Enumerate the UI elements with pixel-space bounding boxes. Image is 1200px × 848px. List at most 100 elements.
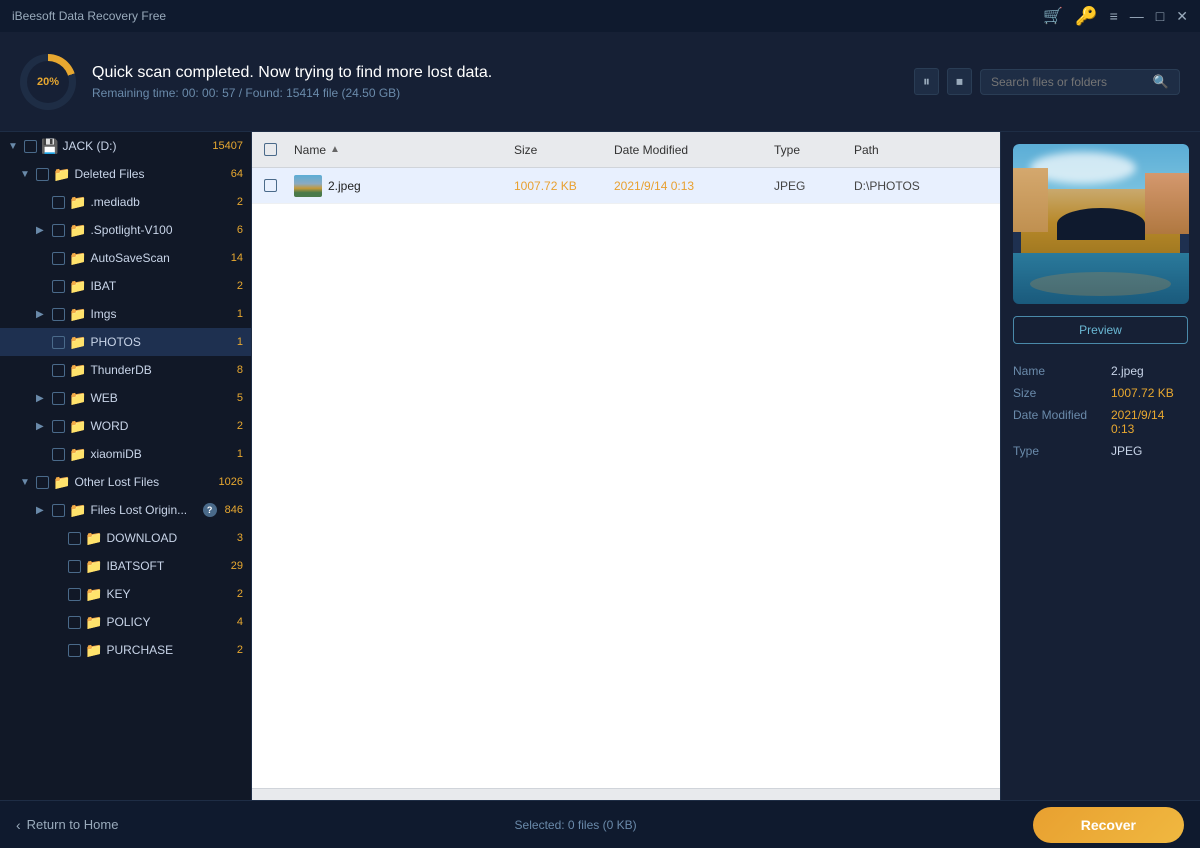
progress-percent: 20% bbox=[27, 61, 69, 103]
web-count: 5 bbox=[237, 392, 243, 404]
meta-name-row: Name 2.jpeg bbox=[1013, 364, 1188, 378]
deleted-files-count: 64 bbox=[231, 168, 243, 180]
photos-checkbox[interactable] bbox=[52, 336, 65, 349]
close-btn[interactable]: ✕ bbox=[1176, 8, 1188, 25]
sidebar-item-files-lost-origin[interactable]: ▶ 📁 Files Lost Origin... ? 846 bbox=[0, 496, 251, 524]
table-row[interactable]: 2.jpeg 1007.72 KB 2021/9/14 0:13 JPEG D:… bbox=[252, 168, 1000, 204]
photos-icon: 📁 bbox=[69, 334, 86, 351]
info-icon: ? bbox=[203, 503, 217, 517]
menu-icon[interactable]: ≡ bbox=[1110, 8, 1118, 24]
sidebar-item-mediadb[interactable]: 📁 .mediadb 2 bbox=[0, 188, 251, 216]
policy-icon: 📁 bbox=[85, 614, 102, 631]
sidebar-item-autosave[interactable]: 📁 AutoSaveScan 14 bbox=[0, 244, 251, 272]
horizontal-scrollbar[interactable] bbox=[252, 788, 1000, 800]
table-header: Name ▲ Size Date Modified Type Path bbox=[252, 132, 1000, 168]
photos-label: PHOTOS bbox=[90, 335, 228, 349]
preview-button[interactable]: Preview bbox=[1013, 316, 1188, 344]
purchase-checkbox[interactable] bbox=[68, 644, 81, 657]
ibat-checkbox[interactable] bbox=[52, 280, 65, 293]
spotlight-checkbox[interactable] bbox=[52, 224, 65, 237]
autosave-checkbox[interactable] bbox=[52, 252, 65, 265]
minimize-btn[interactable]: — bbox=[1130, 8, 1144, 24]
recover-button[interactable]: Recover bbox=[1033, 807, 1184, 843]
file-path: D:\PHOTOS bbox=[854, 179, 988, 193]
web-checkbox[interactable] bbox=[52, 392, 65, 405]
policy-checkbox[interactable] bbox=[68, 616, 81, 629]
mediadb-icon: 📁 bbox=[69, 194, 86, 211]
search-box[interactable]: 🔍 bbox=[980, 69, 1180, 95]
key-icon[interactable]: 🔑 bbox=[1075, 6, 1097, 27]
drive-checkbox[interactable] bbox=[24, 140, 37, 153]
col-header-date: Date Modified bbox=[614, 143, 774, 157]
sidebar-item-photos[interactable]: 📁 PHOTOS 1 bbox=[0, 328, 251, 356]
word-icon: 📁 bbox=[69, 418, 86, 435]
drive-count: 15407 bbox=[212, 140, 243, 152]
key-checkbox[interactable] bbox=[68, 588, 81, 601]
other-lost-label: Other Lost Files bbox=[74, 475, 210, 489]
sidebar-item-deleted-files[interactable]: ▼ 📁 Deleted Files 64 bbox=[0, 160, 251, 188]
sidebar-item-key[interactable]: 📁 KEY 2 bbox=[0, 580, 251, 608]
sidebar-item-policy[interactable]: 📁 POLICY 4 bbox=[0, 608, 251, 636]
expand-spotlight-icon: ▶ bbox=[36, 225, 48, 236]
progress-circle: 20% bbox=[20, 54, 76, 110]
stop-btn[interactable]: ⏹ bbox=[947, 68, 972, 95]
col-header-name: Name ▲ bbox=[294, 143, 514, 157]
meta-date-key: Date Modified bbox=[1013, 408, 1103, 436]
sidebar-item-drive[interactable]: ▼ 💾 JACK (D:) 15407 bbox=[0, 132, 251, 160]
sidebar-item-download[interactable]: 📁 DOWNLOAD 3 bbox=[0, 524, 251, 552]
sidebar-item-spotlight[interactable]: ▶ 📁 .Spotlight-V100 6 bbox=[0, 216, 251, 244]
search-input[interactable] bbox=[991, 75, 1147, 89]
files-lost-checkbox[interactable] bbox=[52, 504, 65, 517]
mediadb-label: .mediadb bbox=[90, 195, 228, 209]
sort-name-icon[interactable]: ▲ bbox=[330, 144, 340, 155]
cart-icon[interactable]: 🛒 bbox=[1043, 6, 1063, 26]
sidebar-item-word[interactable]: ▶ 📁 WORD 2 bbox=[0, 412, 251, 440]
files-lost-count: 846 bbox=[225, 504, 243, 516]
other-lost-checkbox[interactable] bbox=[36, 476, 49, 489]
header-controls: ⏸ ⏹ 🔍 bbox=[914, 68, 1180, 95]
sidebar: ▼ 💾 JACK (D:) 15407 ▼ 📁 Deleted Files 64… bbox=[0, 132, 252, 800]
row-checkbox-1[interactable] bbox=[264, 179, 277, 192]
ibat-icon: 📁 bbox=[69, 278, 86, 295]
download-checkbox[interactable] bbox=[68, 532, 81, 545]
col-header-type: Type bbox=[774, 143, 854, 157]
xiaomidb-label: xiaomiDB bbox=[90, 447, 228, 461]
bottombar: ‹ Return to Home Selected: 0 files (0 KB… bbox=[0, 800, 1200, 848]
meta-size-val: 1007.72 KB bbox=[1111, 386, 1188, 400]
purchase-icon: 📁 bbox=[85, 642, 102, 659]
ibatsoft-icon: 📁 bbox=[85, 558, 102, 575]
thunderdb-checkbox[interactable] bbox=[52, 364, 65, 377]
web-label: WEB bbox=[90, 391, 228, 405]
sidebar-item-xiaomidb[interactable]: 📁 xiaomiDB 1 bbox=[0, 440, 251, 468]
sidebar-item-imgs[interactable]: ▶ 📁 Imgs 1 bbox=[0, 300, 251, 328]
sidebar-item-other-lost[interactable]: ▼ 📁 Other Lost Files 1026 bbox=[0, 468, 251, 496]
imgs-count: 1 bbox=[237, 308, 243, 320]
key-label: KEY bbox=[106, 587, 228, 601]
spotlight-icon: 📁 bbox=[69, 222, 86, 239]
pause-btn[interactable]: ⏸ bbox=[914, 68, 939, 95]
sidebar-item-web[interactable]: ▶ 📁 WEB 5 bbox=[0, 384, 251, 412]
main-layout: ▼ 💾 JACK (D:) 15407 ▼ 📁 Deleted Files 64… bbox=[0, 132, 1200, 800]
file-size: 1007.72 KB bbox=[514, 179, 614, 193]
spotlight-label: .Spotlight-V100 bbox=[90, 223, 228, 237]
maximize-btn[interactable]: □ bbox=[1156, 8, 1164, 24]
deleted-files-checkbox[interactable] bbox=[36, 168, 49, 181]
return-home-btn[interactable]: ‹ Return to Home bbox=[16, 817, 118, 833]
sidebar-item-ibatsoft[interactable]: 📁 IBATSOFT 29 bbox=[0, 552, 251, 580]
xiaomidb-checkbox[interactable] bbox=[52, 448, 65, 461]
sidebar-item-ibat[interactable]: 📁 IBAT 2 bbox=[0, 272, 251, 300]
expand-imgs-icon: ▶ bbox=[36, 309, 48, 320]
imgs-checkbox[interactable] bbox=[52, 308, 65, 321]
drive-label: JACK (D:) bbox=[62, 139, 204, 153]
word-checkbox[interactable] bbox=[52, 420, 65, 433]
chevron-left-icon: ‹ bbox=[16, 817, 21, 833]
sidebar-item-purchase[interactable]: 📁 PURCHASE 2 bbox=[0, 636, 251, 664]
download-count: 3 bbox=[237, 532, 243, 544]
other-lost-count: 1026 bbox=[219, 476, 243, 488]
mediadb-checkbox[interactable] bbox=[52, 196, 65, 209]
select-all-checkbox[interactable] bbox=[264, 143, 277, 156]
sidebar-item-thunderdb[interactable]: 📁 ThunderDB 8 bbox=[0, 356, 251, 384]
expand-web-icon: ▶ bbox=[36, 393, 48, 404]
ibatsoft-checkbox[interactable] bbox=[68, 560, 81, 573]
drive-icon: 💾 bbox=[41, 138, 58, 155]
